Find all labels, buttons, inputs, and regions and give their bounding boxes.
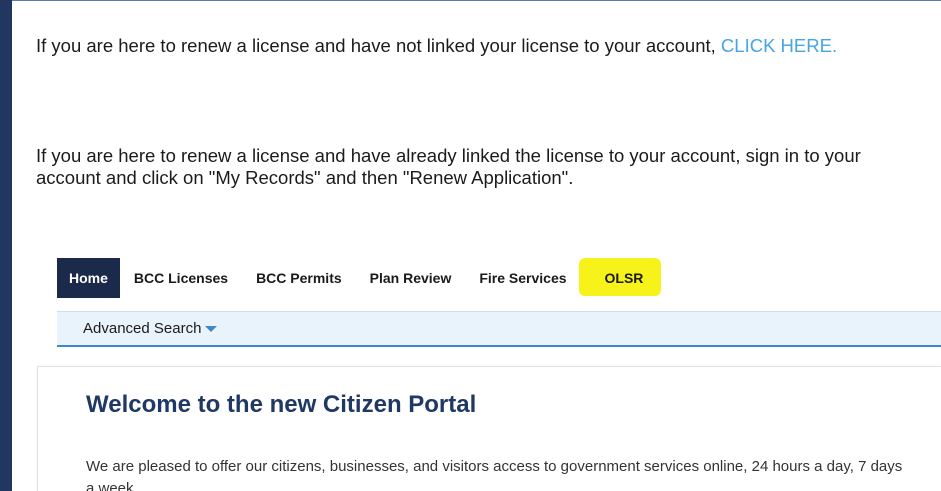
top-border-line bbox=[12, 0, 941, 1]
advanced-search-dropdown[interactable]: Advanced Search bbox=[83, 320, 218, 337]
advanced-search-label: Advanced Search bbox=[83, 320, 202, 337]
nav-tab-bcc-permits[interactable]: BCC Permits bbox=[242, 258, 356, 298]
nav-tab-plan-review[interactable]: Plan Review bbox=[356, 258, 466, 298]
nav-tab-olsr[interactable]: OLSR bbox=[578, 258, 661, 298]
welcome-body-text: We are pleased to offer our citizens, bu… bbox=[86, 458, 903, 491]
left-accent-bar bbox=[0, 0, 12, 491]
nav-tab-label: OLSR bbox=[604, 270, 644, 286]
intro-text-1: If you are here to renew a license and h… bbox=[36, 35, 721, 56]
welcome-title: Welcome to the new Citizen Portal bbox=[86, 391, 477, 418]
nav-tab-label: Plan Review bbox=[369, 270, 452, 286]
intro-paragraph-link: If you are here to renew a license and h… bbox=[36, 35, 916, 57]
nav-tab-label: Home bbox=[69, 270, 108, 286]
main-navigation: Home BCC Licenses BCC Permits Plan Revie… bbox=[57, 258, 661, 298]
sub-navigation-bar: Advanced Search bbox=[57, 311, 941, 347]
nav-tab-bcc-licenses[interactable]: BCC Licenses bbox=[120, 258, 242, 298]
nav-tab-fire-services[interactable]: Fire Services bbox=[465, 258, 580, 298]
click-here-link[interactable]: CLICK HERE. bbox=[721, 35, 837, 56]
welcome-card: Welcome to the new Citizen Portal We are… bbox=[37, 366, 941, 491]
nav-tab-label: BCC Licenses bbox=[133, 270, 229, 286]
caret-down-icon bbox=[205, 326, 218, 333]
intro-paragraph-signin: If you are here to renew a license and h… bbox=[36, 145, 861, 188]
nav-tab-label: BCC Permits bbox=[256, 270, 342, 286]
nav-tab-label: Fire Services bbox=[479, 270, 567, 286]
nav-tab-home[interactable]: Home bbox=[57, 258, 120, 298]
